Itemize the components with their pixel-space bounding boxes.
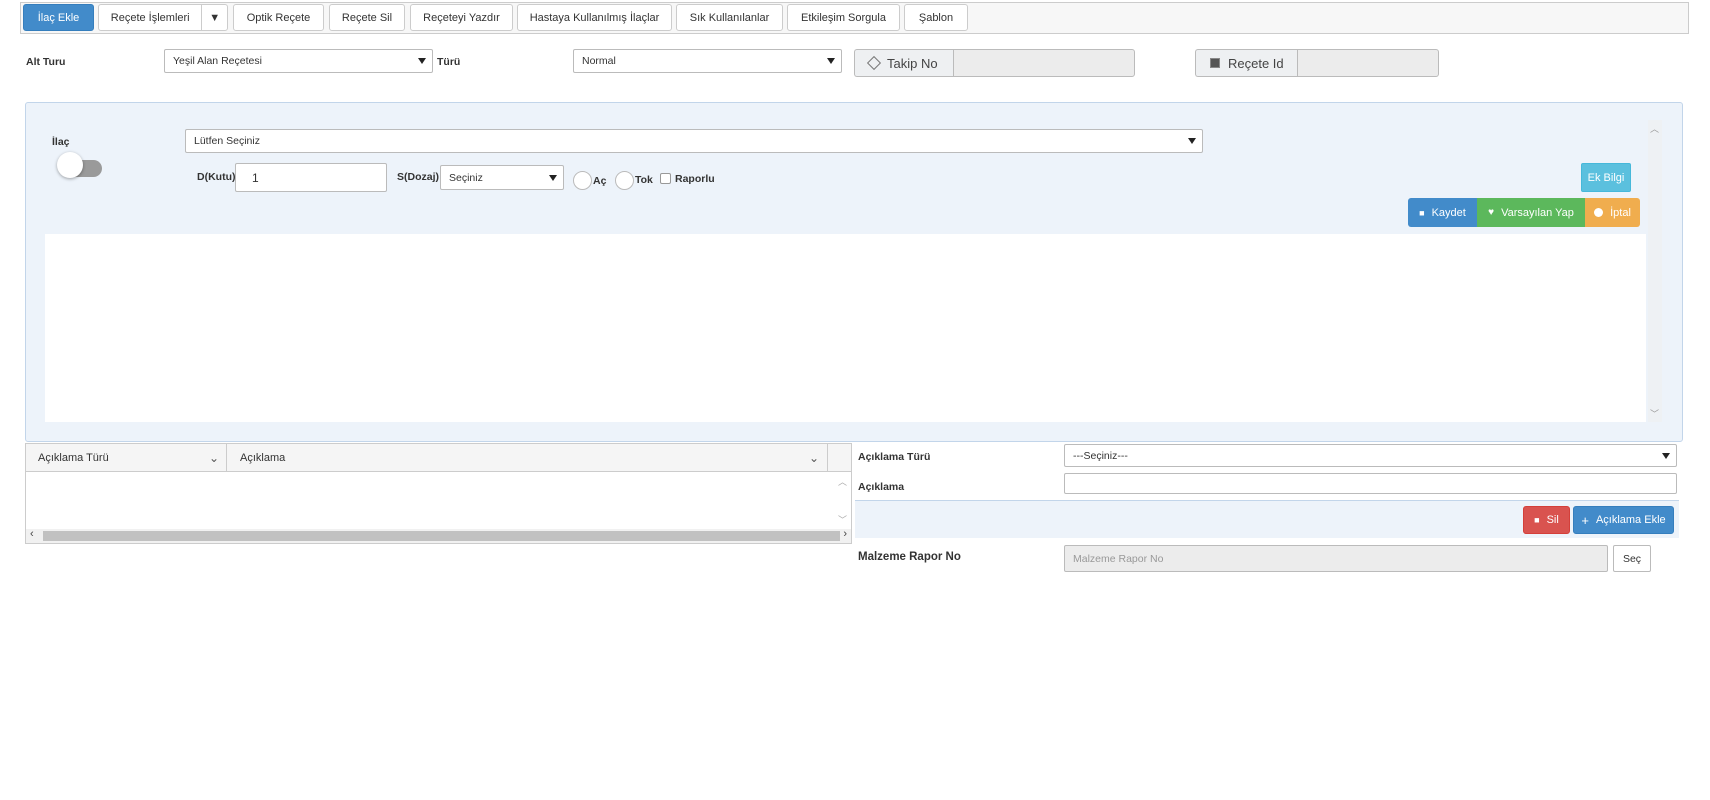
sablon-button[interactable]: Şablon (904, 4, 968, 31)
aciklama-turu-value: ---Seçiniz--- (1073, 449, 1128, 462)
turu-select[interactable]: Normal (573, 49, 842, 73)
grid-column-aciklama-turu[interactable]: Açıklama Türü (38, 452, 109, 464)
chevron-down-icon[interactable]: ﹀ (838, 513, 847, 526)
ek-bilgi-button[interactable]: Ek Bilgi (1581, 163, 1631, 192)
square-icon (1210, 58, 1220, 68)
chevron-down-icon[interactable]: ⌄ (809, 451, 819, 465)
ac-label: Aç (593, 175, 607, 187)
dropdown-arrow-icon (549, 174, 557, 181)
ilac-label: İlaç (52, 136, 70, 148)
aciklama-ekle-button[interactable]: + Açıklama Ekle (1573, 506, 1674, 534)
turu-label: Türü (437, 56, 461, 68)
hastaya-kullanilmis-ilaclar-button[interactable]: Hastaya Kullanılmış İlaçlar (517, 4, 672, 31)
alt-turu-label: Alt Turu (26, 56, 66, 68)
grid-header (26, 444, 851, 472)
recete-islemleri-label: Reçete İşlemleri (110, 11, 190, 24)
sil-label: Sil (1546, 514, 1559, 526)
s-dozaj-select[interactable]: Seçiniz (440, 165, 564, 190)
toggle-knob[interactable] (57, 152, 83, 178)
ilac-toggle[interactable] (57, 152, 102, 178)
caret-down-icon[interactable]: ▼ (201, 5, 227, 30)
recete-id-addon: Reçete Id (1195, 49, 1297, 77)
s-dozaj-label: S(Dozaj) (397, 171, 439, 183)
minus-circle-icon (1594, 208, 1604, 217)
ac-radio[interactable] (573, 171, 592, 190)
grid-column-aciklama[interactable]: Açıklama (240, 452, 285, 464)
aciklama-label: Açıklama (858, 481, 905, 493)
panel-scrollbar[interactable]: ︿ ﹀ (1648, 120, 1662, 422)
takip-no-addon: Takip No (854, 49, 953, 77)
ilac-select-value: Lütfen Seçiniz (194, 135, 260, 147)
varsayilan-yap-button[interactable]: ♥ Varsayılan Yap (1477, 198, 1585, 227)
recete-id-label: Reçete Id (1228, 55, 1284, 71)
kaydet-button[interactable]: ■ Kaydet (1408, 198, 1477, 227)
chevron-up-icon[interactable]: ︿ (838, 475, 847, 488)
varsayilan-yap-label: Varsayılan Yap (1501, 206, 1574, 219)
optik-recete-button[interactable]: Optik Reçete (233, 4, 324, 31)
tok-radio[interactable] (615, 171, 634, 190)
raporlu-checkbox[interactable] (660, 173, 671, 184)
dropdown-arrow-icon (418, 58, 426, 64)
tok-label: Tok (635, 174, 653, 186)
alt-turu-select[interactable]: Yeşil Alan Reçetesi (164, 49, 433, 73)
sik-kullanilanlar-button[interactable]: Sık Kullanılanlar (676, 4, 783, 31)
sil-button[interactable]: ■ Sil (1523, 506, 1570, 534)
chevron-right-icon[interactable]: › (843, 528, 847, 540)
iptal-label: İptal (1610, 206, 1631, 219)
chevron-left-icon[interactable]: ‹ (30, 528, 34, 540)
etkilesim-sorgula-button[interactable]: Etkileşim Sorgula (787, 4, 900, 31)
ilac-ekle-button[interactable]: İlaç Ekle (23, 4, 94, 31)
column-divider (827, 444, 828, 472)
aciklama-turu-select[interactable]: ---Seçiniz--- (1064, 444, 1677, 467)
save-icon: ■ (1419, 207, 1425, 218)
d-kutu-input[interactable]: 1 (235, 163, 387, 192)
plus-icon: + (1581, 512, 1589, 528)
recete-islemleri-button[interactable]: Reçete İşlemleri ▼ (98, 4, 228, 31)
kaydet-label: Kaydet (1431, 206, 1466, 219)
grid-horizontal-scrollbar[interactable]: ‹ › (26, 528, 851, 543)
d-kutu-label: D(Kutu) (197, 171, 236, 183)
aciklama-input[interactable] (1064, 473, 1677, 494)
recete-sil-button[interactable]: Reçete Sil (329, 4, 405, 31)
dropdown-arrow-icon (1662, 452, 1670, 459)
heart-icon: ♥ (1488, 207, 1495, 218)
grid-vertical-scrollbar[interactable]: ︿ ﹀ (835, 473, 850, 528)
s-dozaj-value: Seçiniz (449, 171, 483, 184)
scroll-thumb[interactable] (43, 531, 840, 541)
chevron-down-icon[interactable]: ﹀ (1650, 407, 1659, 420)
recete-id-field[interactable] (1297, 49, 1439, 77)
takip-no-label: Takip No (887, 55, 938, 71)
alt-turu-value: Yeşil Alan Reçetesi (173, 55, 262, 67)
malzeme-rapor-no-input[interactable]: Malzeme Rapor No (1064, 545, 1608, 572)
sec-button[interactable]: Seç (1613, 545, 1651, 572)
chevron-down-icon[interactable]: ⌄ (209, 451, 219, 465)
column-divider (226, 444, 227, 472)
takip-no-field[interactable] (953, 49, 1135, 77)
turu-value: Normal (582, 55, 616, 67)
chevron-up-icon[interactable]: ︿ (1650, 122, 1659, 135)
raporlu-label: Raporlu (675, 173, 715, 185)
trash-icon: ■ (1534, 515, 1540, 525)
dropdown-arrow-icon (827, 58, 835, 64)
ilac-select[interactable]: Lütfen Seçiniz (185, 129, 1203, 153)
diamond-icon (866, 55, 882, 71)
ilac-list-area (45, 234, 1646, 422)
dropdown-arrow-icon (1188, 138, 1196, 144)
iptal-button[interactable]: İptal (1585, 198, 1640, 227)
receteyi-yazdir-button[interactable]: Reçeteyi Yazdır (410, 4, 513, 31)
aciklama-turu-label: Açıklama Türü (858, 451, 931, 463)
aciklama-ekle-label: Açıklama Ekle (1595, 514, 1666, 526)
malzeme-rapor-no-label: Malzeme Rapor No (858, 551, 961, 563)
